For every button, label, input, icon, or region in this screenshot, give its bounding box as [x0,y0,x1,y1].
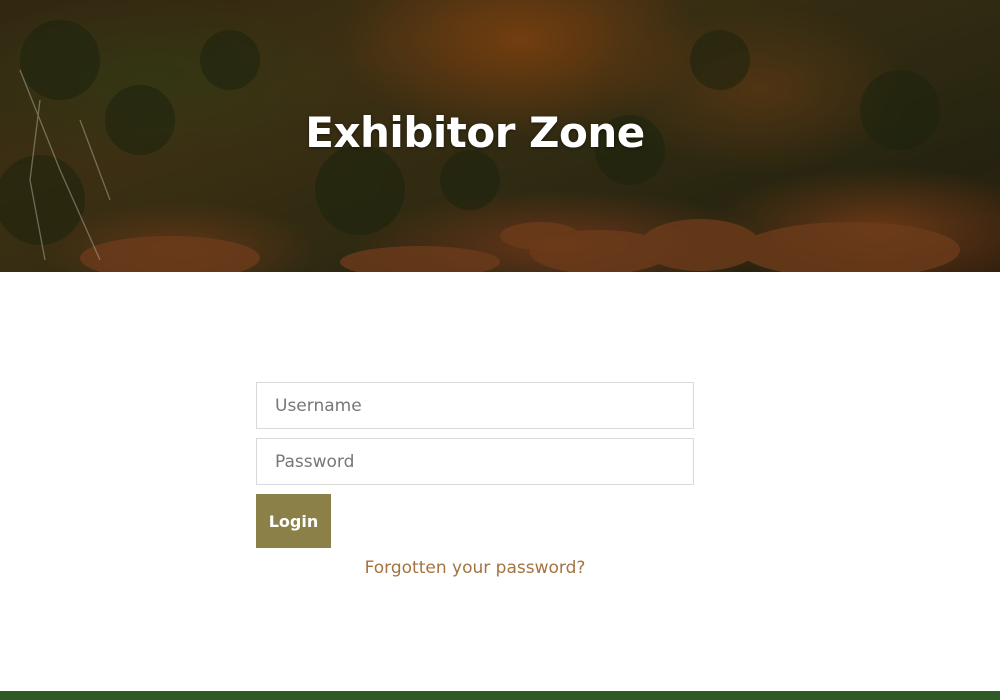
page-title: Exhibitor Zone [305,108,645,157]
password-input[interactable] [256,438,694,485]
forgot-password-link[interactable]: Forgotten your password? [256,558,694,578]
hero-banner: Exhibitor Zone [0,0,1000,272]
username-input[interactable] [256,382,694,429]
footer-bar [0,691,1000,700]
login-form: Login [256,382,694,548]
login-button[interactable]: Login [256,494,331,548]
